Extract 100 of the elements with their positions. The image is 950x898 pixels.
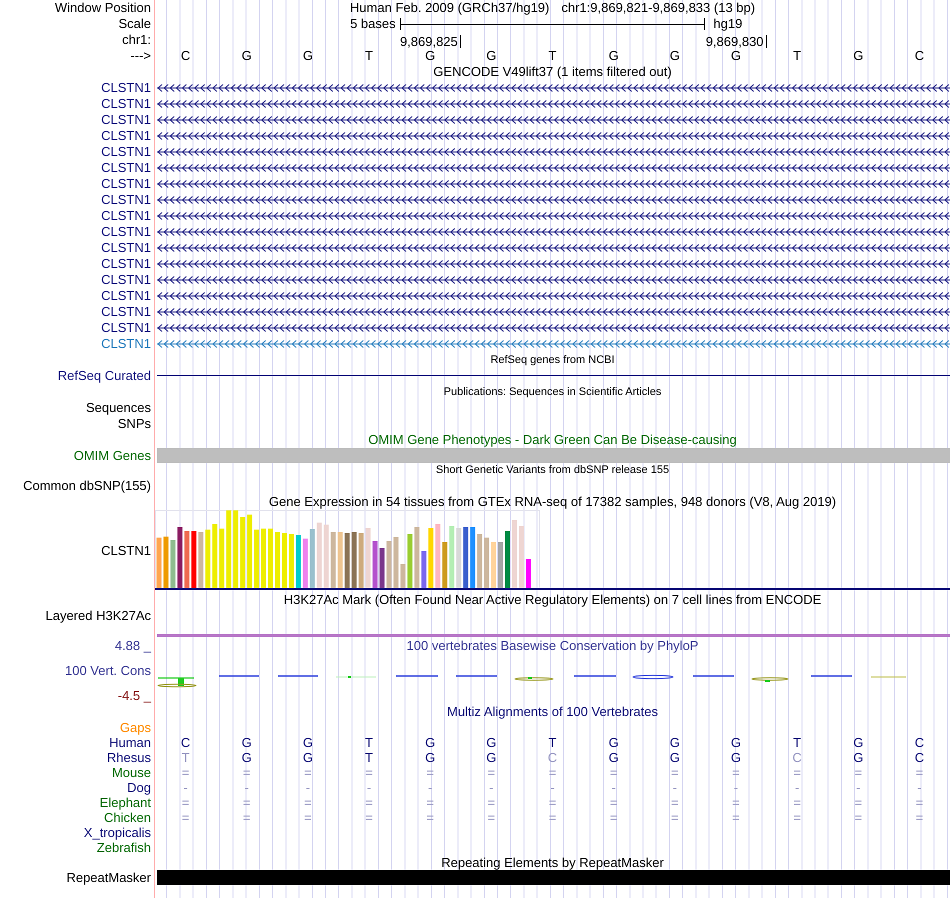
gene-name: CLSTN1 bbox=[101, 336, 151, 352]
base-letter: G bbox=[853, 48, 864, 64]
aligned-base: = bbox=[304, 765, 312, 780]
track-title: Multiz Alignments of 100 Vertebrates bbox=[446, 704, 659, 720]
aligned-base: - bbox=[734, 780, 738, 795]
aligned-base: = bbox=[548, 765, 556, 780]
gene-name: CLSTN1 bbox=[101, 112, 151, 128]
aligned-base: C bbox=[180, 735, 190, 750]
aligned-base: G bbox=[242, 750, 252, 765]
species-name: Dog bbox=[127, 780, 151, 796]
aligned-base: G bbox=[242, 735, 252, 750]
aligned-base: = bbox=[854, 810, 862, 825]
gene-name: CLSTN1 bbox=[101, 208, 151, 224]
base-letter: G bbox=[486, 48, 496, 64]
gene-name: CLSTN1 bbox=[101, 128, 151, 144]
track-label: Layered H3K27Ac bbox=[45, 608, 151, 624]
aligned-base: - bbox=[244, 780, 249, 795]
assembly-label: hg19 bbox=[712, 16, 742, 32]
scale-size: 5 bases bbox=[350, 16, 397, 32]
aligned-base: G bbox=[853, 750, 864, 765]
aligned-base: = bbox=[916, 810, 924, 825]
aligned-base: = bbox=[671, 765, 679, 780]
axis-min-label: -4.5 _ bbox=[118, 688, 151, 704]
aligned-base: = bbox=[426, 765, 434, 780]
aligned-base: G bbox=[302, 750, 313, 765]
aligned-base: = bbox=[548, 795, 556, 810]
base-letter: G bbox=[425, 48, 436, 64]
strand-arrow: ---> bbox=[130, 48, 151, 64]
aligned-base: = bbox=[854, 765, 862, 780]
aligned-base: - bbox=[306, 780, 310, 795]
aligned-base: = bbox=[182, 765, 190, 780]
aligned-base: = bbox=[488, 765, 496, 780]
track-label: OMIM Genes bbox=[74, 448, 151, 464]
track-title: 100 vertebrates Basewise Conservation by PhyloP bbox=[406, 638, 700, 654]
track-title: Publications: Sequences in Scientific Articles bbox=[442, 385, 662, 400]
track-label: SNPs bbox=[118, 416, 151, 432]
base-letter: C bbox=[180, 48, 190, 64]
gene-name: CLSTN1 bbox=[101, 543, 151, 559]
track-label: Common dbSNP(155) bbox=[23, 478, 151, 494]
aligned-base: = bbox=[793, 795, 801, 810]
aligned-base: = bbox=[426, 795, 434, 810]
aligned-base: G bbox=[302, 735, 313, 750]
aligned-base: = bbox=[365, 795, 373, 810]
species-name: Mouse bbox=[112, 765, 151, 781]
track-label: 100 Vert. Cons bbox=[65, 663, 151, 679]
species-name: X_tropicalis bbox=[84, 825, 151, 841]
aligned-base: - bbox=[611, 780, 616, 795]
gene-name: CLSTN1 bbox=[101, 96, 151, 112]
coordinate-tick: 9,869,825 bbox=[400, 35, 461, 48]
gene-name: CLSTN1 bbox=[101, 288, 151, 304]
gene-name: CLSTN1 bbox=[101, 160, 151, 176]
track-label: Sequences bbox=[86, 400, 151, 416]
aligned-base: G bbox=[425, 750, 436, 765]
gene-name: CLSTN1 bbox=[101, 272, 151, 288]
track-label: Scale bbox=[118, 16, 151, 32]
aligned-base: = bbox=[488, 810, 496, 825]
base-letter: T bbox=[365, 48, 373, 64]
aligned-base: = bbox=[610, 795, 618, 810]
aligned-base: C bbox=[792, 750, 802, 765]
track-title: GENCODE V49lift37 (1 items filtered out) bbox=[432, 64, 673, 80]
aligned-base: = bbox=[671, 810, 679, 825]
aligned-base: = bbox=[916, 765, 924, 780]
coordinate-tick: 9,869,830 bbox=[706, 35, 767, 48]
aligned-base: G bbox=[670, 750, 680, 765]
species-name: Chicken bbox=[104, 810, 151, 826]
aligned-base: G bbox=[608, 735, 619, 750]
base-letter: C bbox=[914, 48, 924, 64]
aligned-base: = bbox=[365, 765, 373, 780]
aligned-base: G bbox=[730, 735, 742, 750]
gene-name: CLSTN1 bbox=[101, 256, 151, 272]
assembly-name: Human Feb. 2009 (GRCh37/hg19) bbox=[350, 0, 550, 16]
aligned-base: = bbox=[854, 795, 862, 810]
base-letter: G bbox=[608, 48, 619, 64]
species-name: Elephant bbox=[100, 795, 151, 811]
aligned-base: - bbox=[794, 780, 800, 795]
track-label: RefSeq Curated bbox=[58, 368, 151, 384]
aligned-base: = bbox=[488, 795, 496, 810]
aligned-base: - bbox=[917, 780, 922, 795]
aligned-base: = bbox=[304, 795, 312, 810]
base-letter: T bbox=[793, 48, 802, 64]
aligned-base: C bbox=[914, 735, 924, 750]
aligned-base: = bbox=[610, 810, 618, 825]
gene-name: CLSTN1 bbox=[101, 144, 151, 160]
aligned-base: = bbox=[916, 795, 924, 810]
aligned-base: T bbox=[182, 750, 190, 765]
aligned-base: = bbox=[793, 765, 801, 780]
aligned-base: G bbox=[853, 735, 864, 750]
aligned-base: T bbox=[365, 750, 373, 765]
aligned-base: = bbox=[548, 810, 556, 825]
aligned-base: = bbox=[732, 810, 740, 825]
gene-name: CLSTN1 bbox=[101, 224, 151, 240]
base-letter: G bbox=[242, 48, 252, 64]
aligned-base: T bbox=[793, 735, 802, 750]
track-label: Window Position bbox=[54, 0, 151, 16]
aligned-base: G bbox=[425, 735, 436, 750]
base-letter: G bbox=[670, 48, 680, 64]
aligned-base: = bbox=[242, 810, 251, 825]
base-letter: G bbox=[730, 48, 742, 64]
aligned-base: - bbox=[672, 780, 677, 795]
species-name: Rhesus bbox=[106, 750, 151, 766]
